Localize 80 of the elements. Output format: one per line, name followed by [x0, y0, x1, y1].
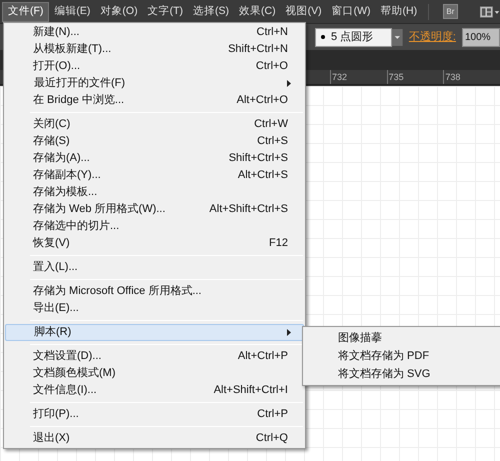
menu-item[interactable]: 将文档存储为 SVG	[303, 365, 500, 383]
menu-item[interactable]: 新建(N)... Ctrl+N	[4, 24, 305, 41]
shortcut-label: Ctrl+W	[254, 117, 288, 132]
shortcut-label: Ctrl+Q	[256, 431, 288, 446]
menu-item[interactable]: 文档颜色模式(M)	[4, 365, 305, 382]
bridge-button[interactable]: Br	[443, 4, 458, 19]
shortcut-label: Ctrl+N	[256, 25, 288, 40]
menu-item-label: 关闭(C)	[33, 116, 70, 132]
workspace-switcher-icon[interactable]	[480, 6, 500, 18]
menu-item[interactable]: 将文档存储为 PDF	[303, 347, 500, 365]
menu-item-label: 退出(X)	[33, 431, 70, 446]
menu-item[interactable]: 存储副本(Y)... Alt+Ctrl+S	[4, 167, 305, 184]
menu-bar-item[interactable]: 编辑(E)	[49, 2, 96, 22]
menu-item-label: 存储(S)	[33, 134, 70, 150]
submenu-item[interactable]: 脚本(R)	[5, 324, 304, 341]
menu-item-label: 文件信息(I)...	[33, 382, 97, 398]
menu-bar-item[interactable]: 窗口(W)	[326, 2, 376, 22]
menu-item[interactable]: 打开(O)... Ctrl+O	[4, 58, 305, 75]
menu-item[interactable]: 在 Bridge 中浏览... Alt+Ctrl+O	[4, 92, 305, 109]
menu-item-label: 置入(L)...	[33, 260, 78, 276]
shortcut-label: Alt+Shift+Ctrl+I	[214, 383, 288, 398]
menu-bar-item[interactable]: 选择(S)	[188, 2, 234, 22]
menu-item[interactable]: 存储选中的切片...	[4, 218, 305, 235]
menu-item[interactable]: 存储为 Microsoft Office 所用格式...	[4, 283, 305, 300]
menu-item-label: 存储为 Microsoft Office 所用格式...	[33, 284, 202, 300]
menu-item-label: 存储为(A)...	[33, 151, 90, 166]
menu-item[interactable]: 存储(S) Ctrl+S	[4, 133, 305, 150]
menu-item-label: 在 Bridge 中浏览...	[33, 92, 124, 108]
ruler-label: 735	[386, 70, 444, 84]
menu-item[interactable]: 恢复(V) F12	[4, 235, 305, 252]
menu-item-label: 最近打开的文件(F)	[34, 76, 126, 92]
menu-item-label: 打印(P)...	[33, 407, 79, 422]
menu-item[interactable]: 置入(L)...	[4, 259, 305, 276]
menu-item[interactable]: 文件信息(I)... Alt+Shift+Ctrl+I	[4, 382, 305, 399]
menu-item[interactable]: 文档设置(D)... Alt+Ctrl+P	[4, 348, 305, 365]
shortcut-label: Ctrl+P	[257, 407, 288, 422]
ruler-label: 738	[443, 70, 500, 84]
menu-bar-item[interactable]: 效果(C)	[234, 2, 281, 22]
shortcut-label: F12	[269, 236, 288, 252]
menu-item[interactable]: 退出(X) Ctrl+Q	[4, 430, 305, 447]
submenu-item[interactable]: 最近打开的文件(F)	[5, 75, 304, 92]
menu-bar-item[interactable]: 帮助(H)	[376, 2, 422, 22]
menu-item[interactable]: 存储为(A)... Shift+Ctrl+S	[4, 150, 305, 167]
menu-item-label: 文档设置(D)...	[33, 348, 102, 364]
menu-item-label: 存储选中的切片...	[33, 219, 120, 234]
shortcut-label: Alt+Ctrl+S	[238, 168, 288, 184]
menu-bar-item[interactable]: 对象(O)	[95, 2, 143, 22]
shortcut-label: Shift+Ctrl+N	[228, 42, 288, 58]
shortcut-label: Ctrl+S	[257, 134, 288, 150]
menu-item-label: 存储副本(Y)...	[33, 168, 101, 184]
menu-item[interactable]: 存储为 Web 所用格式(W)... Alt+Shift+Ctrl+S	[4, 201, 305, 218]
menu-item[interactable]: 关闭(C) Ctrl+W	[4, 116, 305, 133]
menu-item[interactable]: 从模板新建(T)... Shift+Ctrl+N	[4, 41, 305, 58]
menu-item-label: 打开(O)...	[33, 59, 80, 74]
menu-item[interactable]: 打印(P)... Ctrl+P	[4, 406, 305, 423]
opacity-label: 不透明度:	[408, 30, 456, 45]
menu-item-label: 文档颜色模式(M)	[33, 366, 116, 382]
ruler-label: 732	[330, 70, 387, 84]
menu-item[interactable]: 图像描摹	[303, 329, 500, 347]
menu-item-label: 从模板新建(T)...	[33, 42, 112, 58]
menu-item-label: 存储为 Web 所用格式(W)...	[33, 202, 166, 218]
shortcut-label: Alt+Ctrl+P	[238, 349, 288, 364]
shortcut-label: Alt+Ctrl+O	[236, 93, 288, 108]
menu-item-label: 存储为模板...	[33, 185, 98, 200]
submenu-arrow-icon	[287, 80, 291, 87]
shortcut-label: Ctrl+O	[256, 59, 288, 74]
shortcut-label: Shift+Ctrl+S	[228, 151, 288, 166]
menu-item-label: 脚本(R)	[34, 325, 72, 340]
opacity-field[interactable]: 100%	[462, 28, 500, 46]
menu-bar-item[interactable]: 文字(T)	[142, 2, 188, 22]
menu-item-label: 导出(E)...	[33, 301, 79, 316]
menu-bar-item[interactable]: 文件(F)	[2, 2, 50, 22]
menu-bar-item[interactable]: 视图(V)	[280, 2, 327, 22]
menu-item[interactable]: 存储为模板...	[4, 184, 305, 201]
menu-item-label: 恢复(V)	[33, 236, 70, 252]
shortcut-label: Alt+Shift+Ctrl+S	[209, 202, 288, 218]
brush-dropdown[interactable]: 5 点圆形	[315, 28, 392, 46]
submenu-arrow-icon	[287, 329, 291, 336]
menu-item-label: 新建(N)...	[33, 24, 80, 40]
menu-item[interactable]: 导出(E)...	[4, 300, 305, 317]
